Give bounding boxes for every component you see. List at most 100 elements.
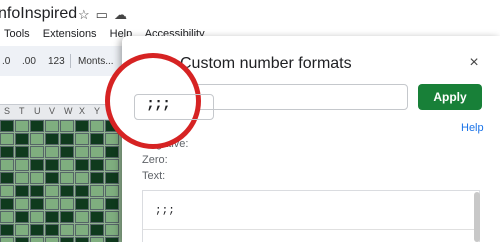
grid-cell[interactable] bbox=[90, 211, 104, 223]
grid-cell[interactable] bbox=[105, 224, 119, 236]
grid-cell[interactable] bbox=[90, 172, 104, 184]
grid-cell[interactable] bbox=[90, 198, 104, 210]
grid-cell[interactable] bbox=[75, 224, 89, 236]
grid-cell[interactable] bbox=[30, 120, 44, 132]
grid-cell[interactable] bbox=[45, 133, 59, 145]
increase-decimal-button[interactable]: .00 bbox=[22, 56, 36, 67]
column-header-w[interactable]: W bbox=[64, 106, 73, 116]
document-title[interactable]: nfoInspired bbox=[0, 5, 77, 23]
grid-cell[interactable] bbox=[105, 237, 119, 242]
grid-cell[interactable] bbox=[0, 159, 14, 171]
grid-cell[interactable] bbox=[75, 198, 89, 210]
grid-cell[interactable] bbox=[15, 198, 29, 210]
grid-cell[interactable] bbox=[15, 146, 29, 158]
grid-cell[interactable] bbox=[15, 185, 29, 197]
grid-cell[interactable] bbox=[90, 185, 104, 197]
grid-cell[interactable] bbox=[60, 211, 74, 223]
grid-cell[interactable] bbox=[90, 146, 104, 158]
column-header-s[interactable]: S bbox=[4, 106, 10, 116]
help-link[interactable]: Help bbox=[461, 122, 484, 134]
grid-cell[interactable] bbox=[30, 224, 44, 236]
grid-cell[interactable] bbox=[30, 146, 44, 158]
grid-cell[interactable] bbox=[45, 237, 59, 242]
grid-cell[interactable] bbox=[90, 120, 104, 132]
grid-cell[interactable] bbox=[45, 120, 59, 132]
grid-cell[interactable] bbox=[75, 133, 89, 145]
grid-cell[interactable] bbox=[0, 185, 14, 197]
grid-cell[interactable] bbox=[105, 146, 119, 158]
grid-cell[interactable] bbox=[0, 133, 14, 145]
grid-cell[interactable] bbox=[60, 146, 74, 158]
grid-cell[interactable] bbox=[30, 237, 44, 242]
grid-cell[interactable] bbox=[75, 185, 89, 197]
scrollbar[interactable] bbox=[474, 192, 480, 242]
decrease-decimal-button[interactable]: .0 bbox=[2, 56, 10, 67]
grid-cell[interactable] bbox=[0, 172, 14, 184]
grid-cell[interactable] bbox=[30, 211, 44, 223]
grid-cell[interactable] bbox=[0, 224, 14, 236]
grid-cell[interactable] bbox=[60, 172, 74, 184]
grid-cell[interactable] bbox=[60, 185, 74, 197]
grid-cell[interactable] bbox=[75, 120, 89, 132]
menu-tools[interactable]: Tools bbox=[4, 28, 30, 40]
grid-cell[interactable] bbox=[60, 198, 74, 210]
grid-cell[interactable] bbox=[105, 133, 119, 145]
grid-cell[interactable] bbox=[15, 237, 29, 242]
grid-cell[interactable] bbox=[105, 172, 119, 184]
grid-cell[interactable] bbox=[90, 237, 104, 242]
preview-format-value[interactable]: ;;; bbox=[155, 205, 175, 217]
column-header-u[interactable]: U bbox=[34, 106, 41, 116]
grid-cell[interactable] bbox=[15, 172, 29, 184]
grid-cell[interactable] bbox=[75, 159, 89, 171]
column-header-y[interactable]: Y bbox=[94, 106, 100, 116]
grid-cell[interactable] bbox=[0, 120, 14, 132]
grid-cell[interactable] bbox=[30, 198, 44, 210]
grid-cell[interactable] bbox=[60, 120, 74, 132]
grid-cell[interactable] bbox=[0, 198, 14, 210]
grid-cell[interactable] bbox=[15, 133, 29, 145]
grid-cell[interactable] bbox=[75, 172, 89, 184]
star-icon[interactable]: ☆ bbox=[78, 7, 96, 22]
grid-cell[interactable] bbox=[60, 237, 74, 242]
close-icon[interactable]: × bbox=[466, 55, 482, 71]
grid-cell[interactable] bbox=[45, 198, 59, 210]
grid-cell[interactable] bbox=[105, 185, 119, 197]
apply-button[interactable]: Apply bbox=[418, 84, 482, 110]
format-preview-list[interactable]: ;;; bbox=[142, 190, 480, 242]
menu-extensions[interactable]: Extensions bbox=[43, 28, 97, 40]
grid-cell[interactable] bbox=[105, 159, 119, 171]
grid-cell[interactable] bbox=[45, 159, 59, 171]
grid-cell[interactable] bbox=[45, 211, 59, 223]
grid-cell[interactable] bbox=[45, 172, 59, 184]
grid-cell[interactable] bbox=[0, 237, 14, 242]
grid-cell[interactable] bbox=[60, 224, 74, 236]
spreadsheet-grid[interactable] bbox=[0, 120, 122, 242]
grid-cell[interactable] bbox=[45, 224, 59, 236]
column-header-x[interactable]: X bbox=[79, 106, 85, 116]
grid-cell[interactable] bbox=[15, 224, 29, 236]
grid-cell[interactable] bbox=[60, 133, 74, 145]
cloud-icon[interactable]: ☁ bbox=[114, 7, 133, 22]
font-select[interactable]: Monts... bbox=[78, 56, 114, 67]
format-input[interactable] bbox=[188, 84, 408, 110]
grid-cell[interactable] bbox=[75, 211, 89, 223]
grid-cell[interactable] bbox=[30, 159, 44, 171]
grid-cell[interactable] bbox=[105, 211, 119, 223]
grid-cell[interactable] bbox=[90, 133, 104, 145]
grid-cell[interactable] bbox=[75, 146, 89, 158]
more-formats-button[interactable]: 123 bbox=[48, 56, 65, 67]
grid-cell[interactable] bbox=[0, 146, 14, 158]
grid-cell[interactable] bbox=[15, 120, 29, 132]
grid-cell[interactable] bbox=[30, 172, 44, 184]
grid-cell[interactable] bbox=[75, 237, 89, 242]
grid-cell[interactable] bbox=[45, 185, 59, 197]
column-header-t[interactable]: T bbox=[19, 106, 25, 116]
grid-cell[interactable] bbox=[105, 198, 119, 210]
grid-cell[interactable] bbox=[90, 224, 104, 236]
grid-cell[interactable] bbox=[90, 159, 104, 171]
column-header-v[interactable]: V bbox=[49, 106, 55, 116]
folder-icon[interactable]: ▭ bbox=[96, 7, 114, 22]
grid-cell[interactable] bbox=[30, 133, 44, 145]
grid-cell[interactable] bbox=[45, 146, 59, 158]
grid-cell[interactable] bbox=[0, 211, 14, 223]
